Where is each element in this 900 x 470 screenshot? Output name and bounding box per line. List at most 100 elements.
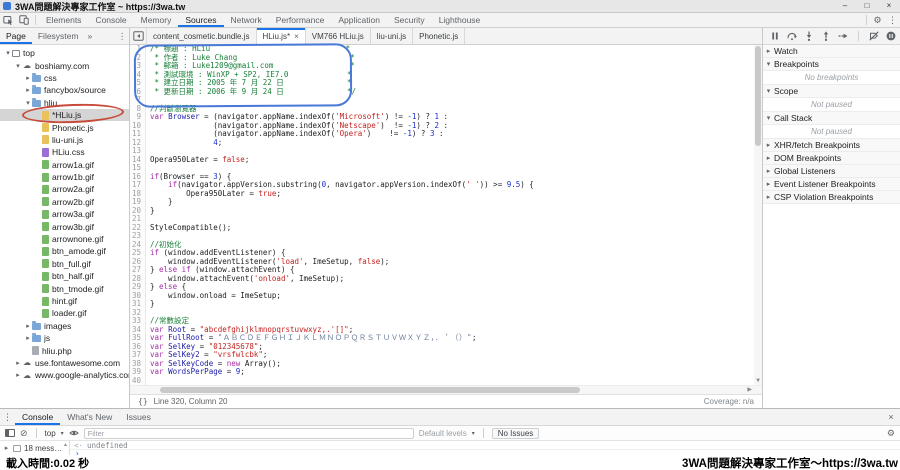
tree-item-arrow1a-gif[interactable]: arrow1a.gif: [0, 159, 129, 171]
maximize-button[interactable]: □: [856, 0, 878, 12]
device-toolbar-icon[interactable]: [16, 13, 32, 27]
editor-tab-vm766-hliu-js[interactable]: VM766 HLiu.js: [306, 28, 371, 44]
tree-item-js[interactable]: ▸js: [0, 332, 129, 344]
scroll-right-icon[interactable]: ▶: [747, 386, 752, 394]
tree-item-btn-amode-gif[interactable]: btn_amode.gif: [0, 245, 129, 257]
tree-item-btn-full-gif[interactable]: btn_full.gif: [0, 258, 129, 270]
section-dom-breakpoints[interactable]: ▸DOM Breakpoints: [763, 152, 900, 165]
editor-tab-liu-uni-js[interactable]: liu-uni.js: [371, 28, 413, 44]
tree-item-boshiamy-com[interactable]: ▾☁boshiamy.com: [0, 59, 129, 71]
tab-elements[interactable]: Elements: [39, 13, 88, 27]
pretty-print-icon[interactable]: {}: [138, 397, 148, 406]
filter-input[interactable]: [84, 428, 414, 439]
chevron-right-icon[interactable]: ▸: [24, 86, 32, 94]
console-messages[interactable]: <· undefined ›: [70, 441, 900, 455]
tab-lighthouse[interactable]: Lighthouse: [432, 13, 488, 27]
section-watch[interactable]: ▸Watch: [763, 45, 900, 58]
tab-performance[interactable]: Performance: [269, 13, 332, 27]
tab-memory[interactable]: Memory: [134, 13, 179, 27]
chevron-down-icon[interactable]: ▾: [4, 49, 12, 57]
tree-item-images[interactable]: ▸images: [0, 320, 129, 332]
navigator-tab-filesystem[interactable]: Filesystem: [32, 28, 85, 44]
tree-item-arrownone-gif[interactable]: arrownone.gif: [0, 233, 129, 245]
close-button[interactable]: ×: [878, 0, 900, 12]
step-out-icon[interactable]: [821, 31, 831, 41]
tree-item-arrow1b-gif[interactable]: arrow1b.gif: [0, 171, 129, 183]
section-global-listeners[interactable]: ▸Global Listeners: [763, 165, 900, 178]
console-sidebar[interactable]: ▸ 18 mess… ▲: [0, 441, 70, 455]
tree-item-hint-gif[interactable]: hint.gif: [0, 295, 129, 307]
editor-tab-hliu-js[interactable]: HLiu.js*×: [257, 28, 306, 44]
editor-tab-phonetic-js[interactable]: Phonetic.js: [413, 28, 465, 44]
drawer-tab-what-s-new[interactable]: What's New: [60, 409, 119, 425]
pause-on-exceptions-icon[interactable]: [886, 31, 896, 41]
tree-item-arrow3b-gif[interactable]: arrow3b.gif: [0, 220, 129, 232]
clear-console-icon[interactable]: ⊘: [20, 428, 28, 438]
deactivate-breakpoints-icon[interactable]: [869, 31, 879, 41]
tree-item-hliu-css[interactable]: HLiu.css: [0, 146, 129, 158]
section-xhr-fetch-breakpoints[interactable]: ▸XHR/fetch Breakpoints: [763, 139, 900, 152]
chevron-right-icon[interactable]: ▸: [3, 444, 10, 452]
tree-item-hliu-php[interactable]: hliu.php: [0, 344, 129, 356]
tree-item-fancybox-source[interactable]: ▸fancybox/source: [0, 84, 129, 96]
code-editor[interactable]: 1/* 標題 : HLiu *2 * 作者 : Luke Chang *3 * …: [130, 45, 762, 385]
settings-gear-icon[interactable]: ⚙: [870, 13, 885, 27]
chevron-down-icon[interactable]: ▾: [14, 62, 22, 70]
more-options-icon[interactable]: ⋮: [885, 13, 900, 27]
tree-item-btn-half-gif[interactable]: btn_half.gif: [0, 270, 129, 282]
tree-item-top[interactable]: ▾top: [0, 47, 129, 59]
tab-console[interactable]: Console: [88, 13, 133, 27]
section-breakpoints[interactable]: ▾Breakpoints: [763, 58, 900, 71]
drawer-tab-issues[interactable]: Issues: [119, 409, 158, 425]
navigator-more-icon[interactable]: ⋮: [115, 31, 129, 42]
tree-item-phonetic-js[interactable]: Phonetic.js: [0, 121, 129, 133]
toggle-navigator-icon[interactable]: [130, 28, 147, 44]
step-icon[interactable]: [838, 31, 848, 41]
horizontal-scrollbar-thumb[interactable]: [160, 387, 580, 393]
chevron-right-icon[interactable]: ▸: [14, 371, 22, 379]
chevron-right-icon[interactable]: ▸: [24, 322, 32, 330]
console-settings-gear-icon[interactable]: ⚙: [887, 428, 895, 439]
chevron-right-icon[interactable]: ▸: [24, 334, 32, 342]
context-selector[interactable]: top: [45, 429, 56, 438]
navigator-tab-page[interactable]: Page: [0, 28, 32, 44]
tree-item-arrow3a-gif[interactable]: arrow3a.gif: [0, 208, 129, 220]
vertical-scrollbar[interactable]: ▼: [754, 45, 762, 385]
tab-network[interactable]: Network: [224, 13, 269, 27]
no-issues-button[interactable]: No Issues: [492, 428, 540, 439]
tree-item-www-google-analytics-com[interactable]: ▸☁www.google-analytics.com: [0, 369, 129, 381]
chevron-down-icon[interactable]: ▾: [24, 99, 32, 107]
drawer-tab-console[interactable]: Console: [15, 409, 60, 425]
section-scope[interactable]: ▾Scope: [763, 85, 900, 98]
tab-application[interactable]: Application: [331, 13, 387, 27]
tree-item-loader-gif[interactable]: loader.gif: [0, 307, 129, 319]
minimize-button[interactable]: –: [834, 0, 856, 12]
tab-overflow-chevron-icon[interactable]: »: [84, 31, 95, 41]
section-call-stack[interactable]: ▾Call Stack: [763, 112, 900, 125]
vertical-scrollbar-thumb[interactable]: [755, 46, 761, 146]
section-csp-violation-breakpoints[interactable]: ▸CSP Violation Breakpoints: [763, 191, 900, 204]
step-over-icon[interactable]: [787, 31, 797, 41]
drawer-close-icon[interactable]: ×: [882, 412, 900, 422]
tree-item-hliu-js[interactable]: *HLiu.js: [0, 109, 129, 121]
tree-item-css[interactable]: ▸css: [0, 72, 129, 84]
default-levels-dropdown[interactable]: Default levels: [419, 429, 467, 438]
tree-item-liu-uni-js[interactable]: liu-uni.js: [0, 134, 129, 146]
scroll-up-icon[interactable]: ▲: [63, 442, 68, 448]
console-sidebar-icon[interactable]: [5, 429, 15, 437]
tab-sources[interactable]: Sources: [178, 13, 223, 27]
tree-item-hliu[interactable]: ▾hliu: [0, 97, 129, 109]
live-expression-eye-icon[interactable]: [69, 429, 79, 437]
tree-item-btn-tmode-gif[interactable]: btn_tmode.gif: [0, 282, 129, 294]
tree-item-arrow2a-gif[interactable]: arrow2a.gif: [0, 183, 129, 195]
pause-icon[interactable]: [770, 31, 780, 41]
editor-tab-content-cosmetic-bundle-js[interactable]: content_cosmetic.bundle.js: [147, 28, 257, 44]
section-event-listener-breakpoints[interactable]: ▸Event Listener Breakpoints: [763, 178, 900, 191]
tree-item-arrow2b-gif[interactable]: arrow2b.gif: [0, 196, 129, 208]
scroll-down-icon[interactable]: ▼: [754, 377, 762, 385]
chevron-right-icon[interactable]: ▸: [24, 74, 32, 82]
horizontal-scrollbar[interactable]: ▶: [130, 385, 762, 394]
inspect-cursor-icon[interactable]: [0, 13, 16, 27]
tab-security[interactable]: Security: [387, 13, 432, 27]
tree-item-use-fontawesome-com[interactable]: ▸☁use.fontawesome.com: [0, 357, 129, 369]
